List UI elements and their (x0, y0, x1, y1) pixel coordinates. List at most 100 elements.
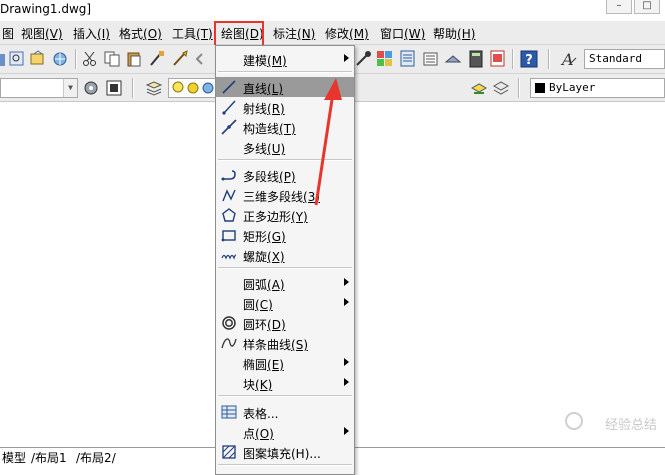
line-icon (222, 80, 236, 94)
menu-item-3d-polyline[interactable]: 三维多段线(3) (216, 185, 354, 205)
toolbar-separator (75, 49, 77, 69)
cut-icon[interactable] (81, 50, 99, 68)
minimize-button[interactable]: – (606, 0, 632, 14)
3d-polyline-icon (222, 189, 236, 202)
make-current-layer-icon[interactable] (470, 79, 488, 97)
menu-item-rectangle[interactable]: 矩形(G) (216, 225, 354, 245)
menu-tools[interactable]: 工具(T) (172, 25, 213, 42)
menu-item-block[interactable]: 块(K) (216, 373, 354, 393)
submenu-arrow-icon (344, 54, 349, 62)
color-select[interactable]: ByLayer (530, 78, 665, 98)
submenu-arrow-icon (344, 278, 349, 286)
markup-icon[interactable] (444, 50, 462, 68)
sheet-set-icon[interactable] (422, 50, 440, 68)
menu-item-circle[interactable]: 圆(C) (216, 293, 354, 313)
workspace-select[interactable]: ▼ (0, 78, 78, 98)
menu-item-construction-line[interactable]: 构造线(T) (216, 117, 354, 137)
xline-icon (221, 119, 237, 135)
menu-dimension[interactable]: 标注(N) (273, 25, 315, 42)
title-bar: Drawing1.dwg] – □ (0, 0, 665, 21)
help-icon[interactable]: ? (520, 50, 538, 68)
toolbar-separator (512, 49, 514, 69)
menu-item-spline[interactable]: 样条曲线(S) (216, 333, 354, 353)
tab-model[interactable]: 模型 (2, 449, 26, 466)
spline-icon (221, 338, 237, 349)
polygon-icon (222, 208, 236, 222)
layer-properties-icon[interactable] (145, 79, 163, 97)
match-properties-icon[interactable] (148, 50, 166, 68)
menu-separator (218, 71, 352, 73)
menu-item-hatch[interactable]: 图案填充(H)... (216, 442, 354, 462)
tab-layout2[interactable]: /布局2/ (76, 449, 116, 466)
properties-icon[interactable] (355, 50, 373, 68)
menu-view[interactable]: 视图(V) (21, 25, 63, 42)
partial-icon (0, 54, 5, 66)
block-editor-icon[interactable] (172, 50, 190, 68)
menu-item-line[interactable]: 直线(L) (216, 77, 354, 97)
menu-item-table[interactable]: 表格... (216, 402, 354, 422)
draw-menu-dropdown: 建模(M) 直线(L) 射线(R) 构造线(T) 多线(U) 多段线(P) 三维… (215, 45, 355, 475)
publish-icon[interactable] (29, 50, 47, 68)
menu-item-arc[interactable]: 圆弧(A) (216, 273, 354, 293)
workspace-icon[interactable] (105, 79, 123, 97)
text-style-icon[interactable]: A (560, 50, 578, 68)
3d-dwf-icon[interactable] (51, 50, 69, 68)
donut-icon (222, 316, 236, 330)
plot-preview-icon[interactable] (8, 50, 26, 68)
undo-icon[interactable] (194, 50, 204, 68)
menu-item-point[interactable]: 点(O) (216, 422, 354, 442)
polyline-icon (221, 170, 236, 181)
menu-item-polygon[interactable]: 正多边形(Y) (216, 205, 354, 225)
svg-text:?: ? (525, 53, 533, 68)
toolbar-separator (548, 49, 550, 69)
menu-separator (218, 464, 352, 466)
rectangle-icon (221, 230, 236, 242)
submenu-arrow-icon (344, 378, 349, 386)
menu-modify[interactable]: 修改(M) (325, 25, 369, 42)
menu-item-polyline[interactable]: 多段线(P) (216, 165, 354, 185)
menu-insert[interactable]: 插入(I) (73, 25, 110, 42)
menu-separator (218, 395, 352, 397)
layer-state-icons (172, 81, 214, 94)
svg-text:A: A (560, 50, 574, 68)
design-center-icon[interactable] (376, 50, 394, 68)
layer-select-partial[interactable] (168, 78, 216, 98)
window-title: Drawing1.dwg] (0, 2, 92, 16)
menu-item-ellipse[interactable]: 椭圆(E) (216, 353, 354, 373)
copy-icon[interactable] (103, 50, 121, 68)
tab-layout1[interactable]: /布局1 (31, 449, 67, 466)
hatch-icon (222, 445, 236, 459)
menu-item-donut[interactable]: 圆环(D) (216, 313, 354, 333)
menu-window[interactable]: 窗口(W) (380, 25, 425, 42)
text-style-select[interactable]: Standard (584, 49, 665, 69)
layer-previous-icon[interactable] (492, 79, 510, 97)
color-swatch (535, 83, 545, 93)
paste-icon[interactable] (125, 50, 143, 68)
tool-palettes-icon[interactable] (399, 50, 417, 68)
menu-partial[interactable]: 图 (2, 25, 14, 42)
table-icon (221, 405, 237, 419)
submenu-arrow-icon (344, 427, 349, 435)
toolbar-separator (518, 78, 520, 98)
menu-separator (218, 267, 352, 269)
helix-icon (221, 254, 237, 260)
watermark-logo-icon (565, 412, 583, 430)
menu-help[interactable]: 帮助(H) (433, 25, 475, 42)
menu-item-multiline[interactable]: 多线(U) (216, 137, 354, 157)
menu-separator (218, 159, 352, 161)
settings-gear-icon[interactable] (82, 79, 100, 97)
sheet-red-icon[interactable] (489, 50, 507, 68)
menu-item-ray[interactable]: 射线(R) (216, 97, 354, 117)
submenu-arrow-icon (344, 298, 349, 306)
maximize-button[interactable]: □ (634, 0, 660, 14)
calculator-icon[interactable] (467, 50, 485, 68)
menu-item-helix[interactable]: 螺旋(X) (216, 245, 354, 265)
ray-icon (222, 100, 236, 115)
watermark-text: 经验总结 (604, 418, 657, 433)
menu-format[interactable]: 格式(O) (119, 25, 162, 42)
menu-item-modeling[interactable]: 建模(M) (216, 49, 354, 69)
menu-bar: 图 视图(V) 插入(I) 格式(O) 工具(T) 绘图(D) 标注(N) 修改… (0, 21, 665, 45)
toolbar-separator (132, 78, 134, 98)
chevron-down-icon: ▼ (63, 79, 77, 97)
submenu-arrow-icon (344, 358, 349, 366)
